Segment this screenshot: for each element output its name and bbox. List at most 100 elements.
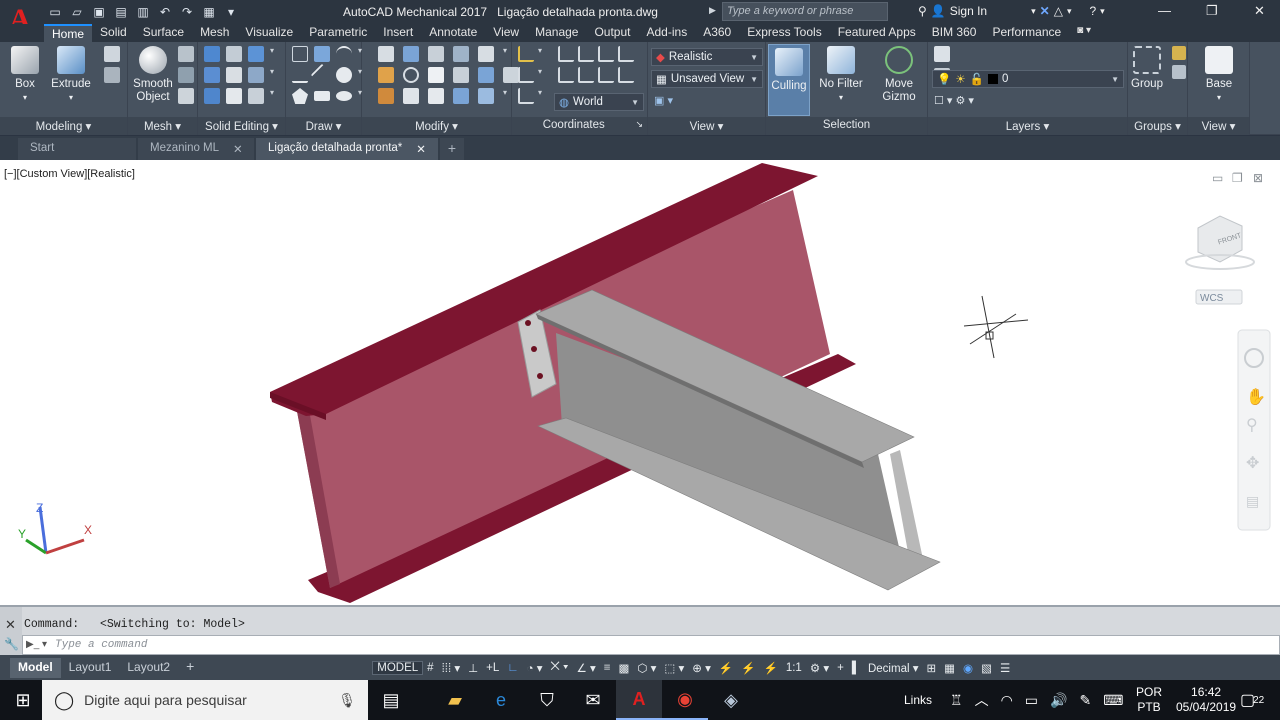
- units-dropdown[interactable]: Decimal ▾: [864, 661, 923, 675]
- undo-icon[interactable]: ↶: [156, 3, 174, 21]
- panel-title-groups[interactable]: Groups ▾: [1128, 117, 1187, 135]
- object-snap-tracking-icon[interactable]: ∠ ▾: [573, 661, 600, 675]
- volume-icon[interactable]: 🔊: [1050, 692, 1067, 709]
- panel-title-solid-editing[interactable]: Solid Editing ▾: [198, 117, 285, 135]
- ucs-origin-icon[interactable]: [518, 67, 534, 83]
- circle-icon[interactable]: [336, 67, 352, 83]
- tab-surface[interactable]: Surface: [135, 24, 192, 42]
- exchange-icon[interactable]: ✕: [1040, 4, 1050, 18]
- construction-line-icon[interactable]: [310, 63, 334, 87]
- signin-label[interactable]: Sign In: [950, 4, 987, 18]
- panel-title-modify[interactable]: Modify ▾: [362, 117, 511, 135]
- spline-icon[interactable]: [292, 67, 308, 83]
- ungroup-icon[interactable]: [1172, 46, 1186, 60]
- ucs-icon[interactable]: [518, 46, 534, 62]
- help-icon[interactable]: ?: [1089, 4, 1096, 18]
- mesh-smooth-less-icon[interactable]: [178, 67, 194, 83]
- group-button[interactable]: Group: [1122, 46, 1172, 91]
- copy-icon[interactable]: [428, 46, 444, 62]
- close-tab-icon[interactable]: ✕: [416, 142, 426, 160]
- model-space-toggle[interactable]: MODEL: [372, 660, 424, 675]
- intersect-icon[interactable]: [204, 88, 220, 104]
- task-view-icon[interactable]: ▤: [368, 680, 414, 720]
- snap-icon[interactable]: ⁞⁞⁞ ▾: [438, 661, 465, 675]
- ellipse-icon[interactable]: [336, 91, 352, 101]
- ucs-3point-icon[interactable]: [558, 67, 574, 83]
- panel-title-draw[interactable]: Draw ▾: [286, 117, 361, 135]
- gizmo-status-icon[interactable]: ⊕ ▾: [688, 661, 715, 675]
- selection-cycling-icon[interactable]: ⬡ ▾: [633, 661, 660, 675]
- polysolid-icon[interactable]: [104, 67, 120, 83]
- close-tab-icon[interactable]: ✕: [233, 142, 243, 160]
- ucs-y-icon[interactable]: [598, 46, 614, 62]
- separate-icon[interactable]: [248, 88, 264, 104]
- annotation-scale-value[interactable]: 1:1: [782, 662, 806, 674]
- ucs-face-icon[interactable]: [618, 67, 634, 83]
- layer-tools-row[interactable]: ☐ ▾ ⚙ ▾: [934, 94, 974, 107]
- add-layout-icon[interactable]: +: [178, 658, 202, 678]
- culling-button[interactable]: Culling: [768, 44, 810, 116]
- tab-view[interactable]: View: [485, 24, 527, 42]
- presspull-icon[interactable]: [104, 46, 120, 62]
- group-edit-icon[interactable]: [1172, 65, 1186, 79]
- tab-express-tools[interactable]: Express Tools: [739, 24, 829, 42]
- zoom-icon[interactable]: ⚲: [1246, 415, 1258, 434]
- showmotion-icon[interactable]: ▤: [1246, 494, 1259, 510]
- mesh-refine-icon[interactable]: [178, 88, 194, 104]
- save-as-icon[interactable]: ▤: [112, 3, 130, 21]
- workspace-gear-icon[interactable]: ⚙ ▾: [806, 661, 833, 675]
- panel-title-modeling[interactable]: Modeling ▾: [0, 117, 127, 135]
- keyboard-icon[interactable]: ⌨: [1103, 692, 1123, 709]
- clean-screen-icon[interactable]: ▧: [977, 661, 996, 675]
- drawing-viewport[interactable]: Z Y X FRONT WCS ✋ ⚲ ✥ ▤ ▭ ❐ ⊠ [−][Custom…: [0, 160, 1280, 605]
- extract-edges-icon[interactable]: [248, 46, 264, 62]
- tab-insert[interactable]: Insert: [375, 24, 421, 42]
- clock[interactable]: 16:42 05/04/2019: [1176, 680, 1236, 720]
- annotation-scale-icon[interactable]: ⚡: [760, 661, 782, 675]
- no-filter-button[interactable]: No Filter ▾: [816, 46, 866, 104]
- tab-parametric[interactable]: Parametric: [301, 24, 375, 42]
- save-icon[interactable]: ▣: [90, 3, 108, 21]
- ucs-previous-icon[interactable]: [518, 88, 534, 104]
- layout-tab-layout1[interactable]: Layout1: [61, 658, 120, 678]
- edge-icon[interactable]: e: [478, 680, 524, 720]
- stretch-icon[interactable]: [478, 67, 494, 83]
- panel-title-layers[interactable]: Layers ▾: [928, 117, 1127, 135]
- line-icon[interactable]: [314, 46, 330, 62]
- mesh-smooth-more-icon[interactable]: [178, 46, 194, 62]
- customize-qat-icon[interactable]: ▾: [222, 3, 240, 21]
- customization-icon[interactable]: ☰: [996, 661, 1014, 675]
- extrude-button[interactable]: Extrude ▾: [46, 46, 96, 104]
- tab-featured-apps[interactable]: Featured Apps: [830, 24, 924, 42]
- mirror-icon[interactable]: [428, 67, 444, 83]
- doctab-start[interactable]: Start: [18, 138, 136, 160]
- network-icon[interactable]: ◠: [1001, 692, 1013, 709]
- command-customize-icon[interactable]: 🔧: [4, 637, 19, 651]
- tab-output[interactable]: Output: [586, 24, 638, 42]
- pen-icon[interactable]: [378, 88, 394, 104]
- viewport-controls-label[interactable]: [−][Custom View][Realistic]: [4, 168, 135, 180]
- smooth-object-button[interactable]: Smooth Object: [128, 46, 178, 104]
- battery-icon[interactable]: ▭: [1025, 692, 1038, 709]
- move-gizmo-button[interactable]: Move Gizmo: [874, 46, 924, 104]
- pen-workspace-icon[interactable]: ✎: [1079, 692, 1091, 709]
- layer-dropdown[interactable]: 💡 ☀ 🔓 0 ▼: [932, 70, 1124, 88]
- tray-expand-icon[interactable]: ︿: [975, 690, 989, 710]
- grid-icon[interactable]: [478, 88, 494, 104]
- tab-annotate[interactable]: Annotate: [421, 24, 485, 42]
- store-icon[interactable]: ⛉: [524, 680, 570, 720]
- tab-performance[interactable]: Performance: [984, 24, 1069, 42]
- app-icon[interactable]: ◈: [708, 680, 754, 720]
- viewport-restore-icon[interactable]: ❐: [1232, 171, 1243, 185]
- print-icon[interactable]: ▥: [134, 3, 152, 21]
- language-indicator[interactable]: POR PTB: [1136, 680, 1162, 720]
- command-close-icon[interactable]: ✕: [5, 617, 16, 633]
- rotate-icon[interactable]: [403, 67, 419, 83]
- people-icon[interactable]: ♖: [950, 692, 963, 709]
- hatch-icon[interactable]: [428, 88, 444, 104]
- fillet-icon[interactable]: [378, 67, 394, 83]
- base-button[interactable]: Base ▾: [1194, 46, 1244, 104]
- tab-visualize[interactable]: Visualize: [237, 24, 301, 42]
- quick-properties-icon[interactable]: ⊞: [923, 661, 941, 675]
- explode-icon[interactable]: [453, 46, 469, 62]
